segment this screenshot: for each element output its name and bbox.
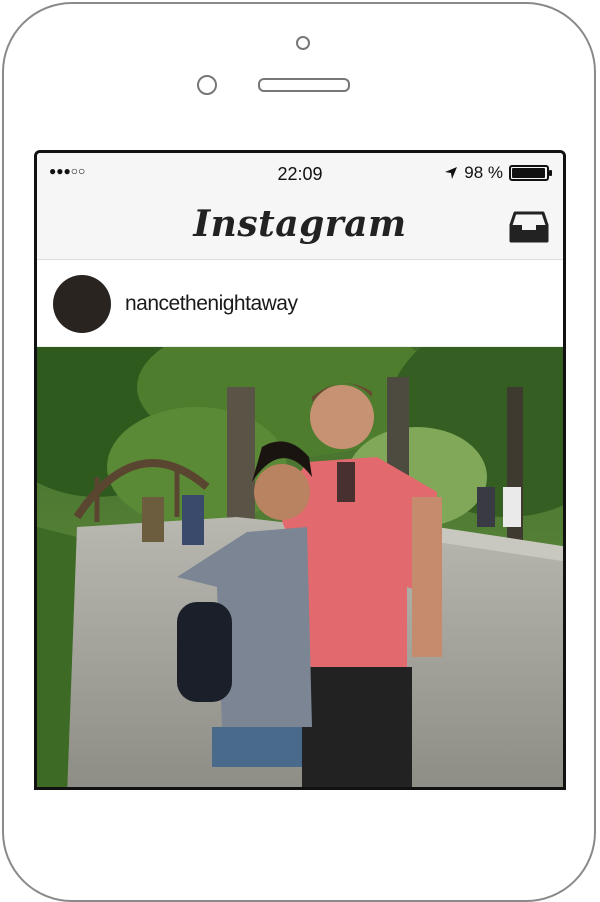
status-right: 98 % [444,163,552,183]
battery-icon [509,165,552,181]
inbox-icon[interactable] [509,211,549,243]
post-header: nancethenightaway [37,260,563,347]
location-arrow-icon [444,166,458,180]
instagram-logo[interactable]: Instagram [37,203,563,245]
post-photo[interactable] [37,347,563,787]
avatar[interactable] [53,275,111,333]
app-header: Instagram [37,193,563,260]
park-photo-image [37,347,563,787]
battery-fill [512,168,546,178]
status-bar: ●●●○○ 22:09 98 % [37,153,563,193]
battery-percent: 98 % [464,163,503,182]
phone-screen: ●●●○○ 22:09 98 % Instagram nancethenight… [34,150,566,790]
post-username[interactable]: nancethenightaway [125,292,298,316]
front-camera [296,36,310,50]
proximity-sensor [197,75,217,95]
earpiece-speaker [258,78,350,92]
